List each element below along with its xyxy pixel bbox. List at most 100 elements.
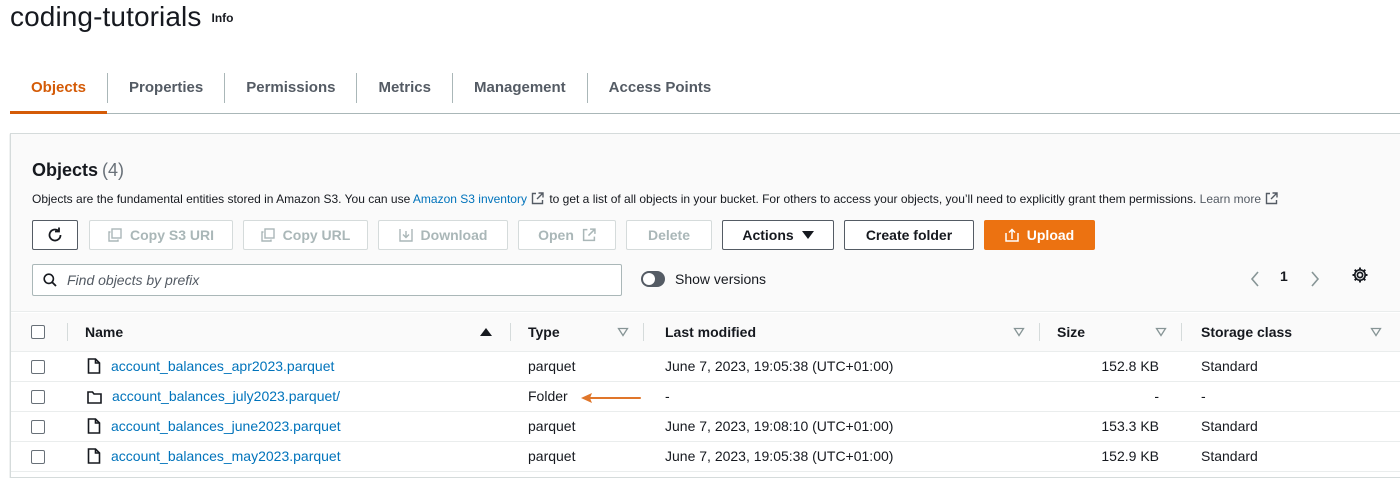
tab-objects[interactable]: Objects: [10, 62, 108, 114]
size-cell: -: [1039, 381, 1181, 412]
show-versions-toggle[interactable]: [641, 271, 665, 287]
last-modified-cell: June 7, 2023, 19:08:10 (UTC+01:00): [643, 411, 1039, 442]
objects-heading: Objects (4): [32, 160, 124, 181]
chevron-left-icon: [1250, 271, 1259, 287]
column-header-type[interactable]: Type: [510, 313, 643, 352]
column-header-storage-class[interactable]: Storage class: [1181, 313, 1400, 352]
refresh-icon: [48, 227, 62, 242]
button-label: Copy S3 URI: [129, 227, 214, 243]
copy-url-button[interactable]: Copy URL: [243, 220, 368, 250]
type-cell: parquet: [510, 411, 643, 442]
search-box: [32, 264, 622, 296]
s3-inventory-link[interactable]: Amazon S3 inventory: [413, 192, 527, 206]
name-cell: account_balances_july2023.parquet/: [67, 381, 510, 412]
table-settings-button[interactable]: [1351, 266, 1371, 286]
type-cell: parquet: [510, 351, 643, 382]
tab-permissions[interactable]: Permissions: [225, 62, 356, 113]
column-label: Storage class: [1201, 323, 1293, 340]
select-all-checkbox[interactable]: [31, 324, 45, 339]
last-modified-cell: June 7, 2023, 19:05:38 (UTC+01:00): [643, 441, 1039, 472]
refresh-button[interactable]: [32, 220, 78, 250]
previous-page-button[interactable]: [1247, 268, 1263, 290]
column-header-size[interactable]: Size: [1039, 313, 1181, 352]
tab-label: Metrics: [378, 79, 431, 96]
column-divider: [1181, 323, 1182, 341]
tab-label: Properties: [129, 79, 204, 96]
download-icon: [398, 229, 413, 242]
copy-icon: [260, 228, 275, 242]
description-text: to get a list of all objects in your buc…: [549, 192, 1197, 206]
file-icon: [87, 448, 101, 464]
copy-s3-uri-button[interactable]: Copy S3 URI: [89, 220, 233, 250]
learn-more-link[interactable]: Learn more: [1200, 192, 1261, 206]
create-folder-button[interactable]: Create folder: [844, 220, 974, 250]
annotation-arrow-icon: [581, 393, 641, 403]
open-button[interactable]: Open: [518, 220, 616, 250]
row-select-cell: [11, 411, 67, 442]
file-icon: [87, 418, 101, 434]
upload-button[interactable]: Upload: [984, 220, 1095, 250]
tab-properties[interactable]: Properties: [108, 62, 224, 113]
description-text: Objects are the fundamental entities sto…: [32, 192, 411, 206]
page-header: coding-tutorials Info: [10, 0, 233, 40]
last-modified-cell: June 7, 2023, 19:05:38 (UTC+01:00): [643, 351, 1039, 382]
column-divider: [67, 323, 68, 341]
caret-down-icon: [801, 231, 814, 239]
table-header-row: Name Type Last modified Size Storage cla…: [11, 313, 1400, 352]
delete-button[interactable]: Delete: [626, 220, 712, 250]
tab-access-points[interactable]: Access Points: [588, 62, 733, 113]
object-name-link[interactable]: account_balances_july2023.parquet/: [112, 388, 340, 404]
name-cell: account_balances_apr2023.parquet: [67, 351, 510, 382]
row-checkbox[interactable]: [31, 450, 45, 465]
external-link-icon: [582, 228, 596, 242]
sort-icon: [1370, 327, 1382, 337]
search-input[interactable]: [67, 272, 587, 288]
table-row[interactable]: account_balances_july2023.parquet/ Folde…: [11, 381, 1400, 412]
objects-table: Name Type Last modified Size Storage cla…: [11, 313, 1400, 472]
column-divider: [643, 323, 644, 341]
table-row[interactable]: account_balances_june2023.parquet parque…: [11, 411, 1400, 442]
object-name-link[interactable]: account_balances_may2023.parquet: [111, 448, 341, 464]
object-name-link[interactable]: account_balances_apr2023.parquet: [111, 358, 334, 374]
copy-icon: [108, 228, 122, 242]
tab-label: Permissions: [246, 79, 336, 96]
next-page-button[interactable]: [1307, 268, 1323, 290]
row-select-cell: [11, 351, 67, 382]
object-name-link[interactable]: account_balances_june2023.parquet: [111, 418, 341, 434]
table-row[interactable]: account_balances_may2023.parquet parquet…: [11, 441, 1400, 472]
sort-ascending-icon: [480, 327, 492, 336]
row-checkbox[interactable]: [31, 420, 45, 435]
tab-label: Management: [473, 79, 566, 96]
objects-count: (4): [102, 160, 125, 180]
button-label: Download: [420, 227, 488, 243]
tab-metrics[interactable]: Metrics: [357, 62, 452, 113]
current-page-number[interactable]: 1: [1280, 268, 1288, 284]
chevron-right-icon: [1311, 271, 1320, 287]
select-all-header: [11, 313, 67, 352]
button-label: Actions: [742, 227, 794, 243]
table-row[interactable]: account_balances_apr2023.parquet parquet…: [11, 351, 1400, 382]
button-label: Upload: [1026, 227, 1075, 243]
column-label: Last modified: [665, 323, 757, 340]
row-select-cell: [11, 441, 67, 472]
column-header-name[interactable]: Name: [67, 313, 510, 352]
size-cell: 152.8 KB: [1039, 351, 1181, 382]
actions-dropdown[interactable]: Actions: [722, 220, 834, 250]
tab-management[interactable]: Management: [453, 62, 587, 113]
info-link[interactable]: Info: [211, 11, 233, 25]
download-button[interactable]: Download: [378, 220, 508, 250]
search-icon: [43, 273, 57, 287]
name-cell: account_balances_may2023.parquet: [67, 441, 510, 472]
sort-icon: [617, 327, 629, 337]
column-header-last-modified[interactable]: Last modified: [643, 313, 1039, 352]
size-cell: 152.9 KB: [1039, 441, 1181, 472]
tab-bar: Objects Properties Permissions Metrics M…: [10, 62, 1400, 114]
storage-class-cell: Standard: [1181, 441, 1400, 472]
row-checkbox[interactable]: [31, 360, 45, 375]
row-checkbox[interactable]: [31, 390, 45, 405]
tab-label: Access Points: [608, 79, 712, 96]
button-label: Delete: [647, 227, 691, 243]
column-label: Size: [1057, 323, 1086, 340]
external-link-icon: [1265, 192, 1278, 205]
button-label: Open: [538, 227, 574, 243]
